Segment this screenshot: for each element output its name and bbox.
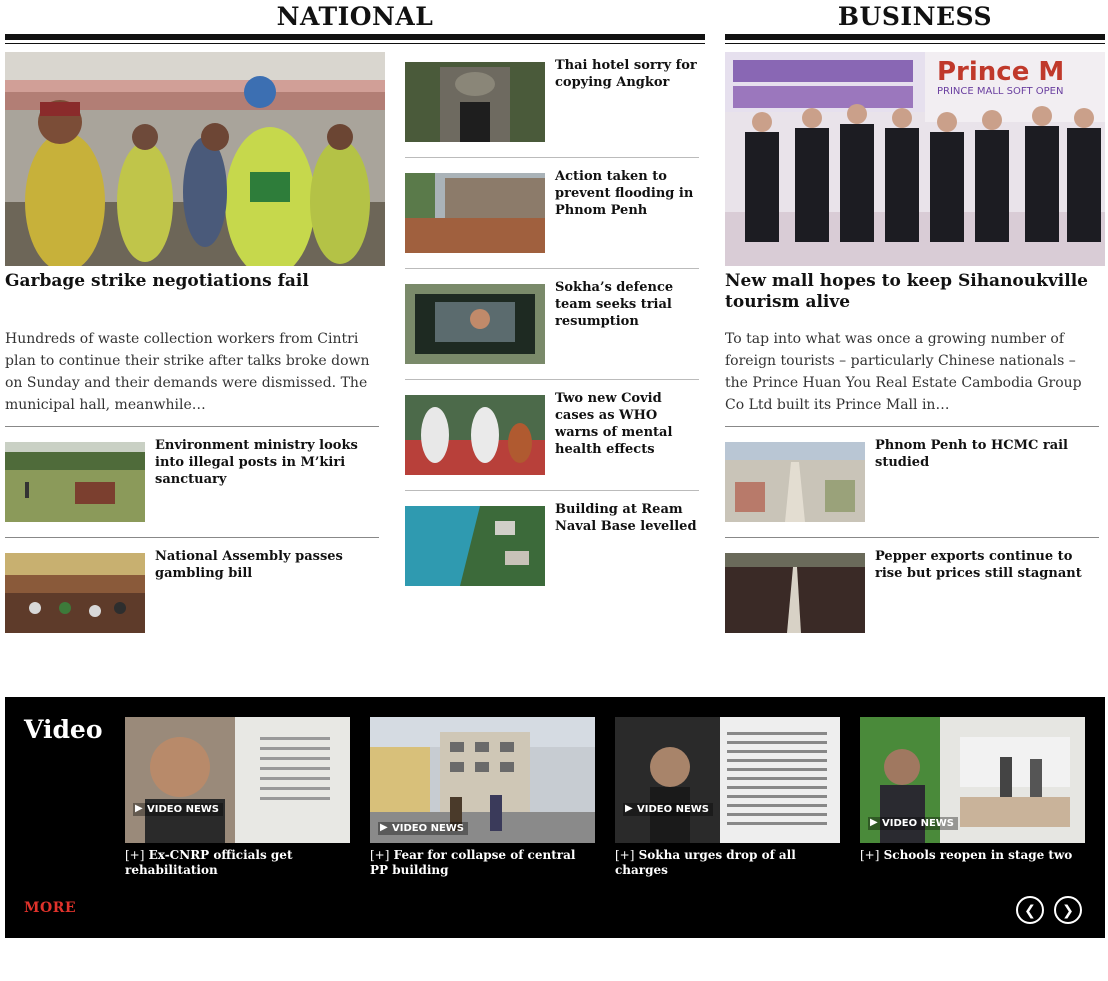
- headline-thai-hotel[interactable]: Thai hotel sorry for copying Angkor: [555, 57, 700, 91]
- divider: [405, 268, 699, 269]
- headline-covid-cases[interactable]: Two new Covid cases as WHO warns of ment…: [555, 390, 700, 458]
- divider: [405, 490, 699, 491]
- video-card[interactable]: ▶ VIDEO NEWS [+] Sokha urges drop of all …: [615, 717, 840, 878]
- chevron-right-icon[interactable]: ❯: [1054, 896, 1082, 924]
- video-caption[interactable]: [+] Schools reopen in stage two: [860, 848, 1085, 863]
- thumb-national-assembly[interactable]: [5, 553, 145, 633]
- chevron-left-icon[interactable]: ❮: [1016, 896, 1044, 924]
- divider: [405, 379, 699, 380]
- play-icon: ▶: [625, 803, 633, 814]
- video-caption[interactable]: [+] Fear for collapse of central PP buil…: [370, 848, 595, 878]
- divider: [725, 537, 1099, 538]
- play-icon: ▶: [380, 822, 388, 833]
- divider: [405, 157, 699, 158]
- lead-excerpt-national: Hundreds of waste collection workers fro…: [5, 331, 370, 413]
- video-news-badge: ▶ VIDEO NEWS: [133, 803, 224, 816]
- divider: [5, 426, 379, 427]
- headline-hcmc-rail[interactable]: Phnom Penh to HCMC rail studied: [875, 437, 1100, 471]
- video-section: Video ▶ VIDEO NEWS [+] Ex-CNRP officials …: [5, 697, 1105, 938]
- play-icon: ▶: [870, 817, 878, 828]
- headline-national-assembly[interactable]: National Assembly passes gambling bill: [155, 548, 370, 582]
- video-news-badge: ▶ VIDEO NEWS: [623, 803, 714, 816]
- section-rule-business: [725, 34, 1105, 40]
- thumb-covid-cases[interactable]: [405, 395, 545, 475]
- headline-sokha-defence[interactable]: Sokha’s defence team seeks trial resumpt…: [555, 279, 700, 330]
- video-thumbnail[interactable]: ▶ VIDEO NEWS: [125, 717, 350, 843]
- video-news-badge: ▶ VIDEO NEWS: [868, 817, 959, 830]
- video-caption[interactable]: [+] Sokha urges drop of all charges: [615, 848, 840, 878]
- thumb-thai-hotel[interactable]: [405, 62, 545, 142]
- play-icon: ▶: [135, 803, 143, 814]
- svg-text:Prince M: Prince M: [937, 57, 1064, 87]
- thumb-ream-naval-base[interactable]: [405, 506, 545, 586]
- video-card[interactable]: ▶ VIDEO NEWS [+] Ex-CNRP officials get re…: [125, 717, 350, 878]
- lead-photo-garbage-strike[interactable]: [5, 52, 385, 266]
- video-card[interactable]: ▶ VIDEO NEWS [+] Schools reopen in stage …: [860, 717, 1085, 863]
- section-title-business[interactable]: BUSINESS: [725, 2, 1105, 31]
- video-caption[interactable]: [+] Ex-CNRP officials get rehabilitation: [125, 848, 350, 878]
- section-rule-thin-business: [725, 43, 1105, 44]
- headline-pepper-exports[interactable]: Pepper exports continue to rise but pric…: [875, 548, 1100, 582]
- video-thumbnail[interactable]: ▶ VIDEO NEWS: [370, 717, 595, 843]
- section-rule-thin-national: [5, 43, 705, 44]
- video-news-badge: ▶ VIDEO NEWS: [378, 822, 469, 835]
- video-card[interactable]: ▶ VIDEO NEWS [+] Fear for collapse of cen…: [370, 717, 595, 878]
- video-section-title: Video: [24, 715, 103, 744]
- more-link[interactable]: MORE: [24, 900, 76, 916]
- headline-flooding[interactable]: Action taken to prevent flooding in Phno…: [555, 168, 700, 219]
- thumb-pepper-exports[interactable]: [725, 553, 865, 633]
- headline-environment-ministry[interactable]: Environment ministry looks into illegal …: [155, 437, 370, 488]
- thumb-sokha-defence[interactable]: [405, 284, 545, 364]
- lead-headline-business[interactable]: New mall hopes to keep Sihanoukville tou…: [725, 271, 1100, 313]
- svg-text:PRINCE MALL SOFT OPEN: PRINCE MALL SOFT OPEN: [937, 86, 1063, 97]
- video-thumbnail[interactable]: ▶ VIDEO NEWS: [860, 717, 1085, 843]
- lead-photo-prince-mall[interactable]: Prince M PRINCE MALL SOFT OPEN: [725, 52, 1105, 266]
- section-rule-national: [5, 34, 705, 40]
- video-thumbnail[interactable]: ▶ VIDEO NEWS: [615, 717, 840, 843]
- divider: [5, 537, 379, 538]
- section-title-national[interactable]: NATIONAL: [5, 2, 705, 31]
- thumb-hcmc-rail[interactable]: [725, 442, 865, 522]
- thumb-flooding[interactable]: [405, 173, 545, 253]
- headline-ream-naval-base[interactable]: Building at Ream Naval Base levelled: [555, 501, 700, 535]
- thumb-environment-ministry[interactable]: [5, 442, 145, 522]
- lead-headline-national[interactable]: Garbage strike negotiations fail: [5, 271, 380, 292]
- lead-excerpt-business: To tap into what was once a growing numb…: [725, 331, 1082, 413]
- divider: [725, 426, 1099, 427]
